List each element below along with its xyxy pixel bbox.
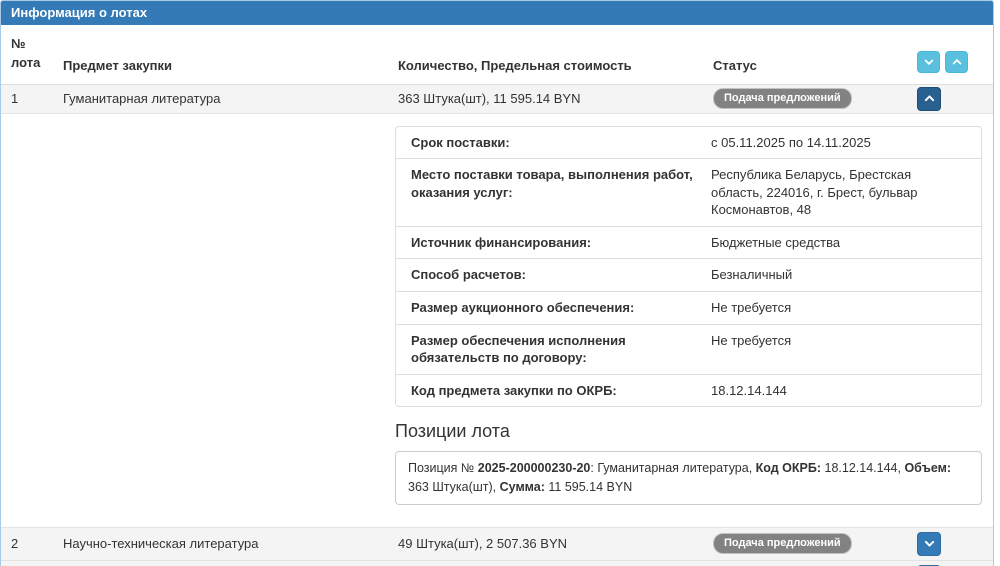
detail-label: Источник финансирования: [396,227,711,259]
detail-label: Способ расчетов: [396,259,711,291]
chevron-down-icon [923,56,935,68]
chevron-down-icon [923,537,936,550]
position-item: Позиция № 2025-200000230-20: Гуманитарна… [395,451,982,505]
detail-value: Не требуется [711,292,981,324]
detail-value: Республика Беларусь, Брестская область, … [711,159,981,226]
detail-value: Бюджетные средства [711,227,981,259]
collapse-all-button[interactable] [945,51,968,73]
lot-subject: Художественная литература [53,561,388,566]
detail-row-funding-source: Источник финансирования: Бюджетные средс… [396,226,981,259]
column-header-lot-number: № лота [1,35,53,73]
detail-value: Не требуется [711,325,981,374]
lot-number: 1 [1,85,53,113]
lot-quantity: 139 Штука(шт), 4 048.80 BYN [388,561,703,566]
column-header-subject: Предмет закупки [53,58,388,73]
position-okrb-label: Код ОКРБ: [756,461,821,475]
detail-label: Срок поставки: [396,127,711,159]
detail-row-delivery-term: Срок поставки: с 05.11.2025 по 14.11.202… [396,127,981,159]
position-number: 2025-200000230-20 [478,461,591,475]
lot-row-2: 2 Научно-техническая литература 49 Штука… [1,527,993,560]
detail-label: Место поставки товара, выполнения работ,… [396,159,711,226]
position-volume-value: 363 Штука(шт), [408,480,500,494]
detail-value: 18.12.14.144 [711,375,981,407]
lot-quantity: 363 Штука(шт), 11 595.14 BYN [388,85,703,113]
column-header-quantity: Количество, Предельная стоимость [388,58,703,73]
lot-subject: Научно-техническая литература [53,528,388,560]
table-header-row: № лота Предмет закупки Количество, Преде… [1,25,993,85]
detail-row-auction-security: Размер аукционного обеспечения: Не требу… [396,291,981,324]
lot-details-table: Срок поставки: с 05.11.2025 по 14.11.202… [395,126,982,407]
chevron-up-icon [923,92,936,105]
detail-row-delivery-place: Место поставки товара, выполнения работ,… [396,158,981,226]
collapse-lot-button[interactable] [917,87,941,111]
position-subject: : Гуманитарная литература, [590,461,755,475]
panel-title: Информация о лотах [1,1,993,25]
lots-panel: Информация о лотах № лота Предмет закупк… [0,0,994,566]
position-okrb-value: 18.12.14.144, [821,461,904,475]
detail-value: с 05.11.2025 по 14.11.2025 [711,127,981,159]
detail-row-okrb-code: Код предмета закупки по ОКРБ: 18.12.14.1… [396,374,981,407]
position-sum-value: 11 595.14 BYN [545,480,632,494]
positions-title: Позиции лота [395,421,982,442]
chevron-up-icon [951,56,963,68]
detail-value: Безналичный [711,259,981,291]
status-badge: Подача предложений [713,88,852,109]
status-badge: Подача предложений [713,533,852,554]
position-sum-label: Сумма: [500,480,545,494]
detail-row-contract-security: Размер обеспечения исполнения обязательс… [396,324,981,374]
header-actions [909,51,993,73]
lot-quantity: 49 Штука(шт), 2 507.36 BYN [388,528,703,560]
lot-number: 2 [1,528,53,560]
position-volume-label: Объем: [904,461,951,475]
detail-row-payment-method: Способ расчетов: Безналичный [396,258,981,291]
position-prefix: Позиция № [408,461,478,475]
expand-all-button[interactable] [917,51,940,73]
expand-lot-button[interactable] [917,532,941,556]
lot-number: 3 [1,561,53,566]
lot-subject: Гуманитарная литература [53,85,388,113]
detail-label: Размер аукционного обеспечения: [396,292,711,324]
detail-label: Код предмета закупки по ОКРБ: [396,375,711,407]
column-header-status: Статус [703,58,909,73]
lot-details-section: Срок поставки: с 05.11.2025 по 14.11.202… [1,113,993,527]
lot-row-1: 1 Гуманитарная литература 363 Штука(шт),… [1,85,993,113]
lot-row-3: 3 Художественная литература 139 Штука(шт… [1,560,993,566]
detail-label: Размер обеспечения исполнения обязательс… [396,325,711,374]
